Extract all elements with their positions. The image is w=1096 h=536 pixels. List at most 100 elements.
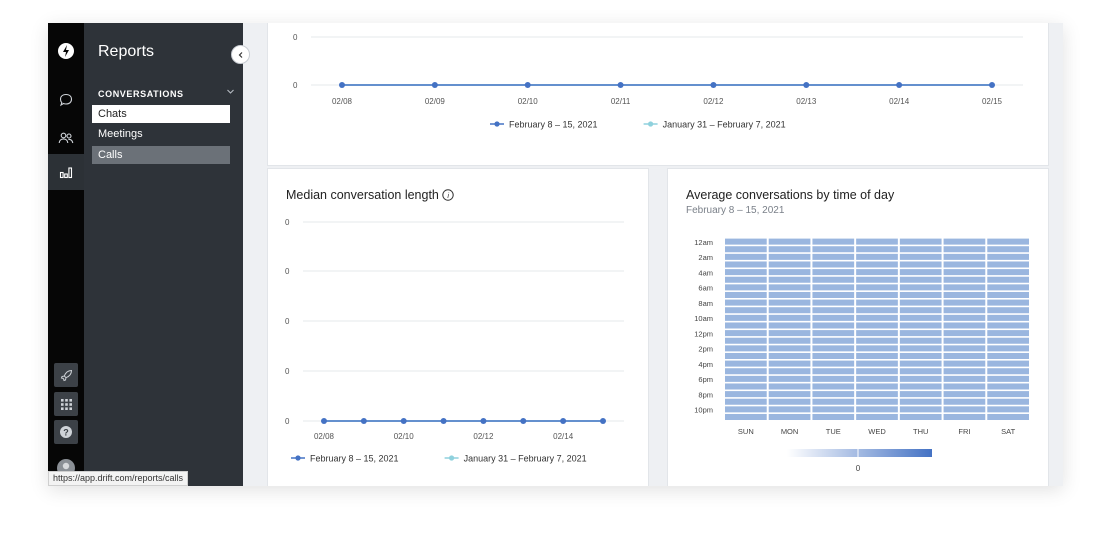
- median-chart-data-point: [440, 418, 447, 424]
- heatmap-cell: [856, 246, 898, 253]
- heatmap-cell: [812, 368, 855, 375]
- heatmap-cell: [768, 253, 811, 260]
- top-chart-x-tick-label: 02/14: [889, 97, 910, 106]
- heatmap-cell: [768, 330, 811, 337]
- chevron-down-icon[interactable]: [226, 87, 235, 98]
- heatmap-column-label: THU: [913, 427, 928, 436]
- heatmap-cell: [943, 398, 986, 405]
- heatmap-cell: [899, 307, 942, 314]
- top-chart-data-point: [989, 82, 995, 88]
- heatmap-cell: [987, 345, 1029, 352]
- heatmap-cell: [899, 253, 942, 260]
- heatmap-cell: [987, 322, 1029, 329]
- heatmap-cell: [725, 314, 767, 321]
- heatmap-cell: [899, 238, 942, 245]
- heatmap-row-label: 2pm: [698, 345, 713, 354]
- heatmap-cell: [812, 383, 855, 390]
- sidebar-item-meetings[interactable]: Meetings: [92, 125, 230, 143]
- heatmap-cell: [899, 391, 942, 398]
- heatmap-cell: [987, 375, 1029, 382]
- section-conversations-label[interactable]: CONVERSATIONS: [98, 89, 184, 99]
- help-icon[interactable]: ?: [54, 420, 78, 444]
- heatmap-scale-label: 0: [856, 464, 861, 473]
- heatmap-cell: [725, 352, 767, 359]
- top-chart-data-point: [803, 82, 810, 88]
- apps-grid-icon[interactable]: [54, 392, 78, 416]
- rocket-icon[interactable]: [54, 363, 78, 387]
- contacts-icon[interactable]: [54, 126, 78, 150]
- heatmap-cell: [899, 368, 942, 375]
- time-of-day-heatmap: 12am 2am 4am 6am 8am 10am 12pm 2pm 4pm 6pm 8pm 10pm…: [694, 238, 1029, 473]
- heatmap-cell: [812, 269, 855, 276]
- heatmap-cell: [768, 299, 811, 306]
- chat-bubble-icon[interactable]: [54, 88, 78, 112]
- drift-logo-icon[interactable]: [54, 39, 78, 63]
- heatmap-row-label: 4pm: [698, 360, 713, 369]
- heatmap-cell: [768, 337, 811, 344]
- top-chart-x-tick-label: 02/10: [518, 97, 539, 106]
- heatmap-cell: [899, 352, 942, 359]
- reports-bar-chart-icon[interactable]: [54, 160, 78, 184]
- heatmap-cell: [856, 261, 898, 268]
- top-chart-data-point: [524, 82, 531, 88]
- sidebar-item-chats[interactable]: Chats: [92, 105, 230, 123]
- heatmap-row-label: 6am: [698, 284, 713, 293]
- heatmap-cell: [943, 352, 986, 359]
- heatmap-cell: [987, 284, 1029, 291]
- heatmap-cell: [768, 269, 811, 276]
- top-chart-x-tick-label: 02/09: [425, 97, 446, 106]
- median-chart-y-tick-label: 0: [285, 218, 290, 227]
- heatmap-cell: [812, 284, 855, 291]
- heatmap-row-label: 12am: [694, 238, 713, 247]
- heatmap-cell: [856, 398, 898, 405]
- heatmap-cell: [943, 337, 986, 344]
- heatmap-cell: [768, 413, 811, 420]
- median-chart-x-tick-label: 02/14: [553, 432, 574, 441]
- median-chart-data-point: [600, 418, 606, 424]
- heatmap-cell: [987, 307, 1029, 314]
- heatmap-cell: [725, 345, 767, 352]
- heatmap-cell: [812, 291, 855, 298]
- heatmap-cell: [899, 246, 942, 253]
- heatmap-cell: [899, 398, 942, 405]
- median-chart-y-tick-label: 0: [285, 417, 290, 426]
- heatmap-cell: [899, 322, 942, 329]
- heatmap-cell: [943, 238, 986, 245]
- heatmap-cell: [856, 375, 898, 382]
- median-chart-y-tick-label: 0: [285, 317, 290, 326]
- heatmap-cell: [943, 307, 986, 314]
- heatmap-cell: [812, 360, 855, 367]
- heatmap-cell: [943, 322, 986, 329]
- top-chart-data-point: [339, 82, 345, 88]
- collapse-sidebar-button[interactable]: [231, 45, 250, 64]
- top-chart-x-tick-label: 02/12: [703, 97, 724, 106]
- median-chart-data-point: [400, 418, 407, 424]
- heatmap-cell: [768, 352, 811, 359]
- icon-rail: ?: [48, 23, 84, 486]
- heatmap-cell: [812, 398, 855, 405]
- heatmap-cell: [768, 398, 811, 405]
- heatmap-row-label: 10am: [694, 314, 713, 323]
- heatmap-cell: [987, 406, 1029, 413]
- heatmap-cell: [856, 345, 898, 352]
- heatmap-cell: [812, 246, 855, 253]
- heatmap-cell: [725, 307, 767, 314]
- heatmap-cell: [899, 299, 942, 306]
- sidebar-item-calls[interactable]: Calls: [92, 146, 230, 164]
- heatmap-cell: [987, 337, 1029, 344]
- top-chart-data-point: [431, 82, 438, 88]
- heatmap-cell: [987, 413, 1029, 420]
- top-chart-legend-marker-1: [648, 121, 654, 127]
- top-chart-y-tick-label: 0: [293, 33, 298, 42]
- median-chart-legend-marker-1: [449, 455, 455, 461]
- heatmap-column-label: SAT: [1001, 427, 1015, 436]
- heatmap-cell: [943, 261, 986, 268]
- heatmap-cell: [899, 291, 942, 298]
- heatmap-cell: [725, 238, 767, 245]
- heatmap-cell: [856, 352, 898, 359]
- heatmap-cell: [899, 284, 942, 291]
- heatmap-cell: [943, 413, 986, 420]
- top-chart-legend-label-1: January 31 – February 7, 2021: [663, 120, 786, 130]
- median-chart-data-point: [480, 418, 487, 424]
- heatmap-cell: [812, 330, 855, 337]
